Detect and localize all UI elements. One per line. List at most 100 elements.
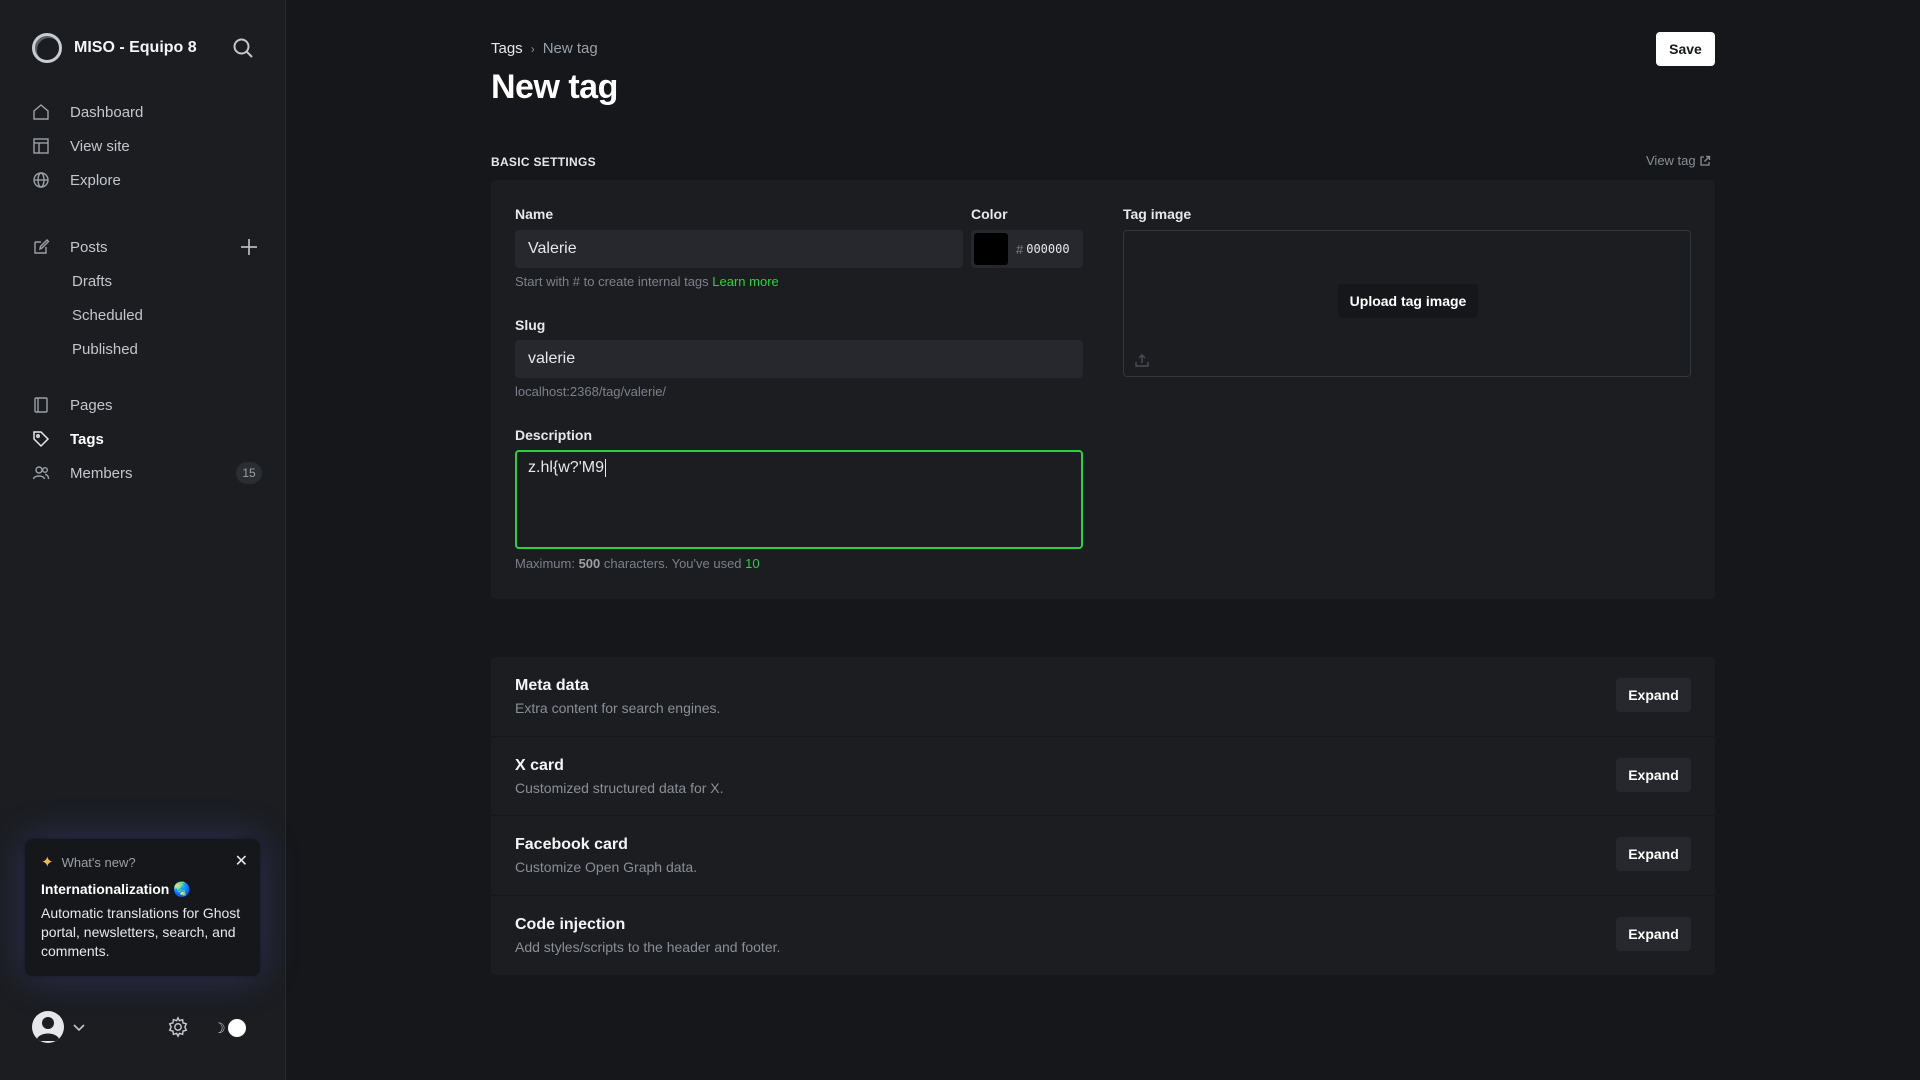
toggle-knob — [227, 1019, 246, 1037]
nav-item-explore[interactable]: Explore — [32, 163, 262, 197]
image-upload-icon — [1135, 354, 1149, 367]
view-tag-label: View tag — [1646, 153, 1696, 168]
add-post-icon[interactable] — [240, 238, 258, 256]
section-desc: Customize Open Graph data. — [515, 859, 698, 875]
section-title: Meta data — [515, 677, 589, 694]
whats-new-heading: ✦ What's new? — [41, 853, 244, 871]
color-hash: # — [1016, 241, 1024, 257]
edit-icon — [34, 239, 50, 254]
upload-tag-image-button[interactable]: Upload tag image — [1338, 284, 1478, 318]
description-label: Description — [515, 427, 593, 443]
expand-sections: Meta data Extra content for search engin… — [491, 657, 1715, 975]
expand-meta-data-button[interactable]: Expand — [1616, 678, 1691, 712]
tag-image-label: Tag image — [1123, 206, 1192, 222]
counter-suffix: characters. You've used — [603, 556, 742, 571]
nav-item-posts[interactable]: Posts — [32, 230, 262, 264]
nav-label-drafts: Drafts — [72, 272, 113, 290]
tag-image-upload-area[interactable]: Upload tag image — [1123, 230, 1691, 377]
nav-content: Pages Tags Members 15 — [32, 388, 262, 490]
nav-label-members: Members — [70, 464, 133, 482]
whats-new-body: Automatic translations for Ghost portal,… — [41, 905, 241, 959]
expand-facebook-card-button[interactable]: Expand — [1616, 837, 1691, 871]
user-icon — [36, 1017, 60, 1041]
name-label: Name — [515, 206, 554, 222]
search-icon[interactable] — [231, 36, 255, 60]
breadcrumb-chevron-icon: › — [530, 41, 535, 56]
close-icon[interactable]: ✕ — [235, 851, 248, 871]
user-menu[interactable] — [32, 1011, 86, 1043]
description-counter: Maximum: 500 characters. You've used 10 — [515, 556, 760, 571]
expand-code-injection-button[interactable]: Expand — [1616, 916, 1691, 951]
color-hex-input[interactable]: 000000 — [1026, 242, 1069, 256]
site-logo — [32, 33, 62, 63]
nav-label-posts: Posts — [70, 238, 108, 256]
breadcrumb: Tags › New tag — [491, 40, 598, 57]
section-x-card: X card Customized structured data for X.… — [491, 737, 1715, 816]
external-link-icon — [1699, 155, 1710, 166]
nav-label-explore: Explore — [70, 171, 121, 189]
breadcrumb-current: New tag — [542, 40, 598, 57]
color-label: Color — [971, 206, 1008, 222]
save-button[interactable]: Save — [1656, 32, 1715, 66]
nav-label-pages: Pages — [70, 396, 113, 414]
nav-main: Dashboard View site Explore — [32, 95, 262, 197]
counter-used: 10 — [745, 556, 760, 571]
nav-label-tags: Tags — [70, 430, 104, 448]
chevron-down-icon — [73, 1024, 85, 1032]
home-icon — [33, 104, 49, 120]
description-textarea[interactable]: z.hl{w?'M9 — [515, 450, 1083, 549]
members-count-badge: 15 — [236, 462, 262, 484]
slug-label: Slug — [515, 317, 546, 333]
globe-icon — [33, 172, 49, 188]
nav-item-members[interactable]: Members 15 — [32, 456, 262, 490]
section-facebook-card: Facebook card Customize Open Graph data.… — [491, 816, 1715, 896]
brand[interactable]: MISO - Equipo 8 — [32, 32, 197, 64]
tag-icon — [33, 431, 50, 448]
dark-mode-toggle[interactable]: ☽ — [213, 1017, 246, 1039]
section-title: Facebook card — [515, 836, 628, 853]
nav-label-published: Published — [72, 340, 138, 358]
section-label-basic-settings: BASIC SETTINGS — [491, 155, 596, 169]
sparkle-icon: ✦ — [41, 854, 54, 871]
text-caret — [604, 459, 606, 477]
counter-prefix: Maximum: — [515, 556, 575, 571]
counter-max: 500 — [578, 556, 601, 571]
nav-label-dashboard: Dashboard — [70, 103, 144, 121]
color-field[interactable]: # 000000 — [971, 230, 1083, 268]
whats-new-heading-text: What's new? — [61, 854, 136, 870]
name-input[interactable]: Valerie — [515, 230, 963, 268]
gear-icon[interactable] — [167, 1016, 189, 1038]
nav-item-published[interactable]: Published — [32, 332, 262, 366]
section-desc: Extra content for search engines. — [515, 700, 721, 716]
basic-settings-card: Name Valerie Start with # to create inte… — [491, 180, 1715, 599]
nav-item-tags[interactable]: Tags — [32, 422, 262, 456]
breadcrumb-tags-link[interactable]: Tags — [491, 40, 523, 57]
learn-more-link[interactable]: Learn more — [712, 274, 778, 289]
nav-item-view-site[interactable]: View site — [32, 129, 262, 163]
nav-item-drafts[interactable]: Drafts — [32, 264, 262, 298]
slug-input[interactable]: valerie — [515, 340, 1083, 378]
nav-item-pages[interactable]: Pages — [32, 388, 262, 422]
whats-new-title: Internationalization 🌏 — [41, 881, 191, 897]
section-meta-data: Meta data Extra content for search engin… — [491, 657, 1715, 737]
page-icon — [34, 397, 48, 413]
nav-label-view-site: View site — [70, 137, 130, 155]
nav-posts: Posts Drafts Scheduled Published — [32, 230, 262, 366]
moon-icon: ☽ — [213, 1019, 226, 1036]
whats-new-card[interactable]: ✦ What's new? ✕ Internationalization 🌏 A… — [25, 839, 260, 976]
nav-label-scheduled: Scheduled — [72, 306, 143, 324]
section-code-injection: Code injection Add styles/scripts to the… — [491, 896, 1715, 976]
avatar — [32, 1011, 64, 1043]
view-tag-link[interactable]: View tag — [1646, 153, 1711, 168]
name-hint-text: Start with # to create internal tags — [515, 274, 709, 289]
description-text: z.hl{w?'M9 — [528, 459, 604, 477]
nav-item-dashboard[interactable]: Dashboard — [32, 95, 262, 129]
members-icon — [32, 466, 50, 480]
site-name: MISO - Equipo 8 — [74, 39, 197, 56]
section-title: X card — [515, 756, 564, 774]
color-swatch[interactable] — [974, 233, 1008, 265]
layout-icon — [33, 138, 49, 154]
expand-x-card-button[interactable]: Expand — [1616, 757, 1691, 792]
nav-item-scheduled[interactable]: Scheduled — [32, 298, 262, 332]
page-title: New tag — [491, 68, 618, 106]
